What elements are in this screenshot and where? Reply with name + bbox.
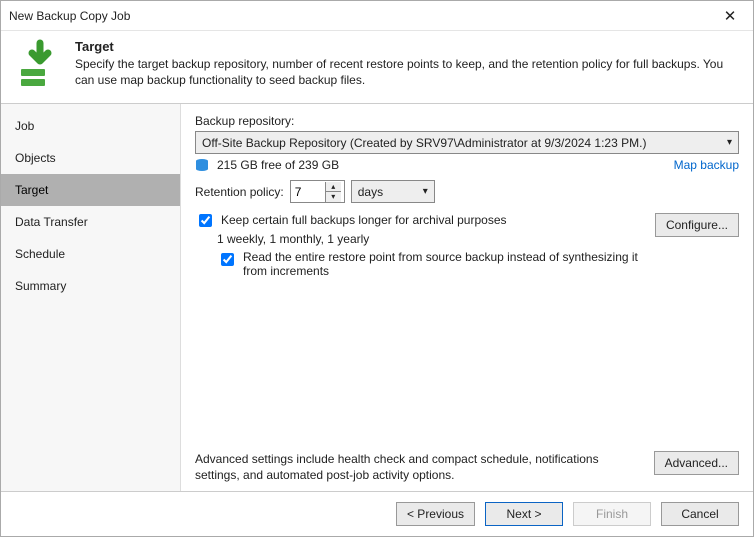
advanced-button[interactable]: Advanced... [654,451,739,475]
step-objects[interactable]: Objects [1,142,180,174]
gfs-checkbox[interactable] [199,214,212,227]
retention-unit-value: days [358,185,383,199]
wizard-window: New Backup Copy Job ✕ Target Specify the… [0,0,754,537]
retention-value-spinner[interactable]: ▴ ▾ [290,180,345,203]
repo-dropdown[interactable]: Off-Site Backup Repository (Created by S… [195,131,739,154]
gfs-summary: 1 weekly, 1 monthly, 1 yearly [217,232,655,246]
titlebar: New Backup Copy Job ✕ [1,1,753,31]
configure-button[interactable]: Configure... [655,213,739,237]
step-summary[interactable]: Summary [1,270,180,302]
finish-button: Finish [573,502,651,526]
retention-label: Retention policy: [195,185,284,199]
gfs-check-label: Keep certain full backups longer for arc… [221,213,507,227]
step-job[interactable]: Job [1,110,180,142]
chevron-down-icon: ▾ [423,186,428,197]
step-target[interactable]: Target [1,174,180,206]
target-icon [15,39,65,89]
previous-button[interactable]: < Previous [396,502,475,526]
page-title: Target [75,39,739,54]
disk-icon [195,158,209,172]
page-description: Specify the target backup repository, nu… [75,56,739,88]
chevron-down-icon: ▾ [727,137,732,148]
wizard-body: Job Objects Target Data Transfer Schedul… [1,104,753,491]
read-entire-label: Read the entire restore point from sourc… [243,250,655,278]
wizard-footer: < Previous Next > Finish Cancel [1,491,753,536]
window-title: New Backup Copy Job [9,9,715,23]
step-schedule[interactable]: Schedule [1,238,180,270]
header-text: Target Specify the target backup reposit… [75,39,739,89]
spinner-down-icon[interactable]: ▾ [326,192,341,202]
spinner-up-icon[interactable]: ▴ [326,182,341,192]
map-backup-link[interactable]: Map backup [674,158,739,172]
next-button[interactable]: Next > [485,502,563,526]
storage-free-text: 215 GB free of 239 GB [217,158,339,172]
read-entire-checkbox[interactable] [221,253,234,266]
repo-label: Backup repository: [195,114,739,128]
cancel-button[interactable]: Cancel [661,502,739,526]
retention-unit-dropdown[interactable]: days ▾ [351,180,435,203]
wizard-steps: Job Objects Target Data Transfer Schedul… [1,104,181,491]
step-data-transfer[interactable]: Data Transfer [1,206,180,238]
retention-value-input[interactable] [291,185,325,199]
step-content: Backup repository: Off-Site Backup Repos… [181,104,753,491]
wizard-header: Target Specify the target backup reposit… [1,31,753,104]
repo-value: Off-Site Backup Repository (Created by S… [202,136,646,150]
advanced-description: Advanced settings include health check a… [195,451,644,483]
close-icon[interactable]: ✕ [715,7,745,25]
